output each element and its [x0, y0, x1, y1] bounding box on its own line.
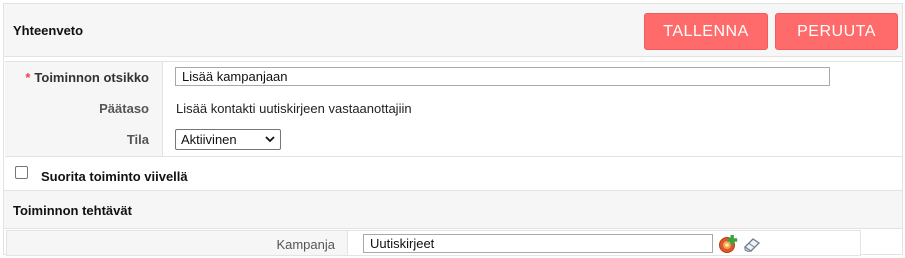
required-marker: *: [25, 70, 31, 85]
chevron-down-icon: [265, 136, 275, 143]
action-form: *Toiminnon otsikko Päätaso Lisää kontakt…: [5, 61, 902, 157]
title-row: * Toiminnon otsikko: [5, 62, 902, 93]
status-label: Tila: [126, 132, 149, 147]
add-icon[interactable]: [718, 234, 738, 254]
campaign-label-cell: Kampanja: [7, 231, 348, 255]
status-row: Tila Aktiivinen: [5, 124, 902, 155]
main-level-row: Päätaso Lisää kontakti uutiskirjeen vast…: [5, 93, 902, 124]
campaign-field[interactable]: Uutiskirjeet: [363, 234, 713, 253]
main-level-value: Lisää kontakti uutiskirjeen vastaanottaj…: [176, 101, 412, 116]
delay-checkbox[interactable]: [15, 166, 28, 179]
status-select-value: Aktiivinen: [181, 132, 237, 147]
tasks-title: Toiminnon tehtävät: [13, 203, 132, 218]
status-select[interactable]: Aktiivinen: [175, 129, 281, 150]
action-editor-panel: Yhteenveto TALLENNA PERUUTA * Toiminnon o…: [3, 3, 903, 256]
campaign-row: Kampanja Uutiskirjeet: [6, 230, 861, 256]
summary-header: Yhteenveto TALLENNA PERUUTA: [4, 4, 902, 57]
main-level-label: Päätaso: [99, 101, 149, 116]
campaign-label: Kampanja: [276, 237, 335, 252]
cancel-button[interactable]: PERUUTA: [775, 13, 898, 50]
delay-checkbox-label[interactable]: Suorita toiminto viivellä: [41, 169, 188, 184]
title-input[interactable]: [175, 67, 830, 86]
title-label: * Toiminnon otsikko: [25, 70, 149, 85]
title-label-text: Toiminnon otsikko: [34, 70, 149, 85]
save-button[interactable]: TALLENNA: [644, 13, 768, 50]
eraser-icon[interactable]: [742, 234, 762, 254]
tasks-header: Toiminnon tehtävät: [4, 190, 902, 229]
section-title: Yhteenveto: [13, 23, 84, 38]
